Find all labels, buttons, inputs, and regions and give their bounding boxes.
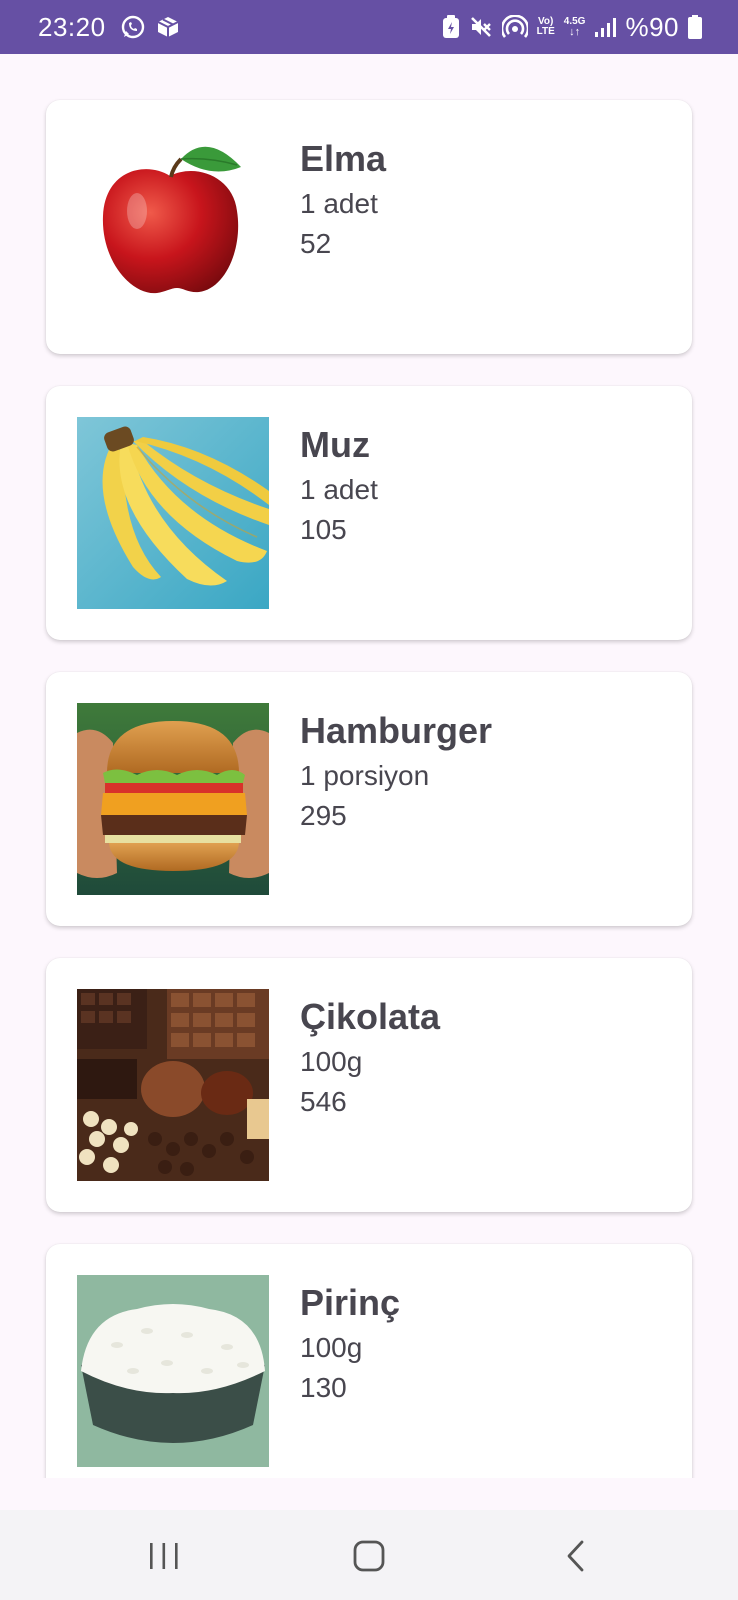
food-calories: 52	[300, 228, 332, 259]
food-name: Elma	[300, 138, 387, 179]
recent-apps-icon	[150, 1543, 178, 1569]
food-portion: 1 adet	[300, 188, 378, 219]
food-name: Pirinç	[300, 1282, 401, 1323]
status-bar: 23:20 Vo) LTE 4.5G ↓↑ %90	[0, 0, 738, 54]
battery-icon	[688, 15, 702, 39]
food-calories: 295	[300, 800, 347, 831]
chocolate-image	[77, 989, 269, 1181]
status-time: 23:20	[38, 11, 106, 42]
battery-percent: %90	[625, 11, 679, 42]
apple-image	[77, 131, 269, 323]
food-card-elma[interactable]: Elma 1 adet 52	[46, 100, 692, 354]
hotspot-icon	[501, 15, 528, 39]
whatsapp-icon	[120, 14, 146, 40]
food-portion: 100g	[300, 1332, 363, 1363]
status-right: Vo) LTE 4.5G ↓↑ %90	[442, 12, 702, 43]
food-name: Çikolata	[300, 996, 441, 1037]
food-card-hamburger[interactable]: Hamburger 1 porsiyon 295	[46, 672, 692, 926]
hamburger-image	[77, 703, 269, 895]
home-button[interactable]	[329, 1528, 409, 1584]
battery-saver-icon	[442, 15, 460, 39]
rice-image	[77, 1275, 269, 1467]
recent-apps-button[interactable]	[124, 1528, 204, 1584]
data-arrows-icon: 4.5G ↓↑	[563, 16, 586, 38]
food-calories: 130	[300, 1372, 347, 1403]
signal-icon	[594, 16, 617, 38]
food-name: Muz	[300, 424, 370, 465]
banana-image	[77, 417, 269, 609]
package-icon	[156, 15, 180, 39]
navigation-bar	[0, 1510, 738, 1600]
volte-icon: Vo) LTE	[537, 17, 555, 37]
back-icon	[567, 1540, 584, 1572]
status-left: 23:20	[38, 12, 180, 43]
food-calories: 105	[300, 514, 347, 545]
food-card-pirinc[interactable]: Pirinç 100g 130	[46, 1244, 692, 1478]
food-list[interactable]: Elma 1 adet 52 Muz 1 adet 105 Hamburger …	[0, 54, 738, 1478]
food-card-muz[interactable]: Muz 1 adet 105	[46, 386, 692, 640]
food-portion: 1 porsiyon	[300, 760, 430, 791]
food-card-cikolata[interactable]: Çikolata 100g 546	[46, 958, 692, 1212]
food-calories: 546	[300, 1086, 347, 1117]
home-icon	[353, 1540, 385, 1572]
food-portion: 1 adet	[300, 474, 378, 505]
food-name: Hamburger	[300, 710, 493, 751]
back-button[interactable]	[536, 1528, 616, 1584]
mute-icon	[469, 15, 493, 39]
network-bottom-text: LTE	[536, 26, 555, 37]
food-portion: 100g	[300, 1046, 363, 1077]
